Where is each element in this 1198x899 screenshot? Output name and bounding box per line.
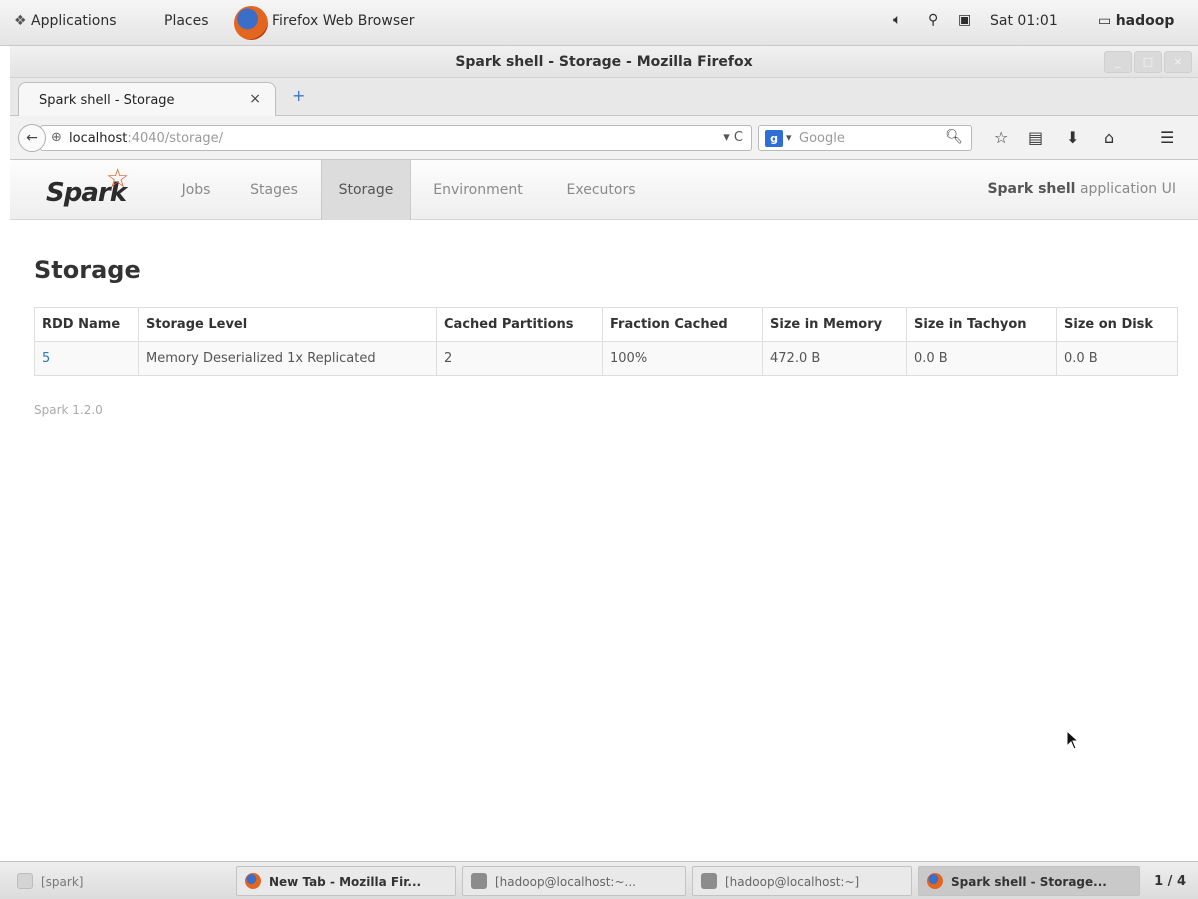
taskbar: [spark] New Tab - Mozilla Fir... [hadoop…: [0, 861, 1198, 899]
network-icon[interactable]: ⚲: [928, 12, 938, 28]
tab-spark-storage[interactable]: Spark shell - Storage ×: [18, 82, 276, 116]
column-header[interactable]: Size on Disk: [1056, 307, 1178, 342]
app-title: Spark shell application UI: [987, 181, 1176, 197]
reload-icon[interactable]: ▾ C: [723, 130, 743, 145]
terminal-icon: [471, 873, 487, 889]
tab-jobs[interactable]: Jobs: [162, 160, 230, 220]
mouse-cursor-icon: [1066, 730, 1080, 750]
taskbar-item-terminal-2[interactable]: [hadoop@localhost:~]: [692, 866, 912, 896]
user-menu[interactable]: ▭ hadoop: [1098, 13, 1174, 29]
download-icon[interactable]: ⬇: [1066, 128, 1079, 147]
volume-icon[interactable]: 🔈︎: [893, 12, 901, 28]
search-bar[interactable]: g ▾ Google 🔍︎: [758, 125, 972, 151]
applications-menu[interactable]: ❖ Applications: [14, 13, 117, 29]
url-bar[interactable]: ⊕ localhost:4040/storage/ ▾ C: [40, 125, 752, 151]
workspace-pager[interactable]: 1 / 4: [1154, 874, 1186, 889]
window-titlebar[interactable]: Spark shell - Storage - Mozilla Firefox …: [10, 46, 1198, 78]
spark-logo[interactable]: Spark ☆: [42, 164, 142, 210]
bookmarks-menu-icon[interactable]: ▤: [1028, 128, 1043, 147]
top-panel: ❖ Applications Places Firefox Web Browse…: [0, 0, 1198, 46]
search-placeholder: Google: [799, 131, 845, 146]
places-menu[interactable]: Places: [164, 13, 209, 29]
terminal-icon: [17, 873, 33, 889]
firefox-icon: [927, 873, 943, 889]
tab-strip: Spark shell - Storage × +: [10, 78, 1198, 116]
desktop: ❖ Applications Places Firefox Web Browse…: [0, 0, 1198, 899]
table-cell: 472.0 B: [762, 341, 907, 376]
column-header[interactable]: Size in Memory: [762, 307, 907, 342]
table-header-row: RDD Name Storage Level Cached Partitions…: [34, 307, 1178, 342]
clipboard-icon[interactable]: ▣: [958, 12, 971, 28]
tab-environment[interactable]: Environment: [420, 160, 536, 220]
tab-executors[interactable]: Executors: [550, 160, 652, 220]
table-cell: Memory Deserialized 1x Replicated: [138, 341, 437, 376]
minimize-icon[interactable]: _: [1104, 51, 1132, 73]
google-engine-icon[interactable]: g: [765, 130, 783, 147]
column-header[interactable]: RDD Name: [34, 307, 139, 342]
column-header[interactable]: Cached Partitions: [436, 307, 603, 342]
tab-stages[interactable]: Stages: [236, 160, 312, 220]
table-cell: 100%: [602, 341, 763, 376]
home-icon[interactable]: ⌂: [1104, 128, 1114, 147]
rdd-link[interactable]: 5: [42, 351, 50, 366]
table-cell: 0.0 B: [1056, 341, 1178, 376]
taskbar-item-terminal-1[interactable]: [hadoop@localhost:~...: [462, 866, 686, 896]
tab-close-icon[interactable]: ×: [249, 91, 261, 107]
back-arrow-icon[interactable]: ←: [18, 124, 46, 152]
tab-title: Spark shell - Storage: [39, 93, 175, 108]
clock[interactable]: Sat 01:01: [990, 13, 1058, 29]
user-icon: ▭: [1098, 13, 1112, 29]
firefox-icon: [245, 873, 261, 889]
page-title: Storage: [34, 256, 141, 284]
column-header[interactable]: Storage Level: [138, 307, 437, 342]
spark-star-icon: ☆: [106, 164, 130, 194]
taskbar-item-spark[interactable]: [spark]: [8, 866, 232, 896]
table-cell: 2: [436, 341, 603, 376]
storage-table: RDD Name Storage Level Cached Partitions…: [34, 307, 1178, 376]
active-app-name[interactable]: Firefox Web Browser: [272, 13, 415, 29]
url-text: localhost:4040/storage/: [69, 131, 223, 146]
firefox-logo-icon: [234, 6, 268, 40]
table-row: 5 Memory Deserialized 1x Replicated 2 10…: [34, 341, 1178, 376]
new-tab-icon[interactable]: +: [292, 86, 305, 105]
bookmark-star-icon[interactable]: ☆: [994, 128, 1008, 147]
tab-storage[interactable]: Storage: [321, 160, 411, 220]
taskbar-item-new-tab[interactable]: New Tab - Mozilla Fir...: [236, 866, 456, 896]
table-cell: 0.0 B: [906, 341, 1057, 376]
engine-dropdown-icon[interactable]: ▾: [786, 131, 792, 144]
navigation-toolbar: ⊕ localhost:4040/storage/ ▾ C ← g ▾ Goog…: [10, 116, 1198, 160]
taskbar-item-spark-storage[interactable]: Spark shell - Storage...: [918, 866, 1140, 896]
window-title: Spark shell - Storage - Mozilla Firefox: [455, 54, 753, 70]
rdd-name-cell: 5: [34, 341, 139, 376]
gnome-foot-icon: ❖: [14, 13, 27, 29]
window-controls: _ □ ×: [1104, 51, 1192, 73]
terminal-icon: [701, 873, 717, 889]
spark-version: Spark 1.2.0: [34, 403, 103, 417]
column-header[interactable]: Fraction Cached: [602, 307, 763, 342]
spark-navbar: Spark ☆ Jobs Stages Storage Environment …: [10, 160, 1198, 220]
close-icon[interactable]: ×: [1164, 51, 1192, 73]
column-header[interactable]: Size in Tachyon: [906, 307, 1057, 342]
globe-icon: ⊕: [51, 130, 62, 145]
search-icon[interactable]: 🔍︎: [945, 129, 963, 145]
menu-icon[interactable]: ☰: [1160, 128, 1174, 147]
maximize-icon[interactable]: □: [1134, 51, 1162, 73]
